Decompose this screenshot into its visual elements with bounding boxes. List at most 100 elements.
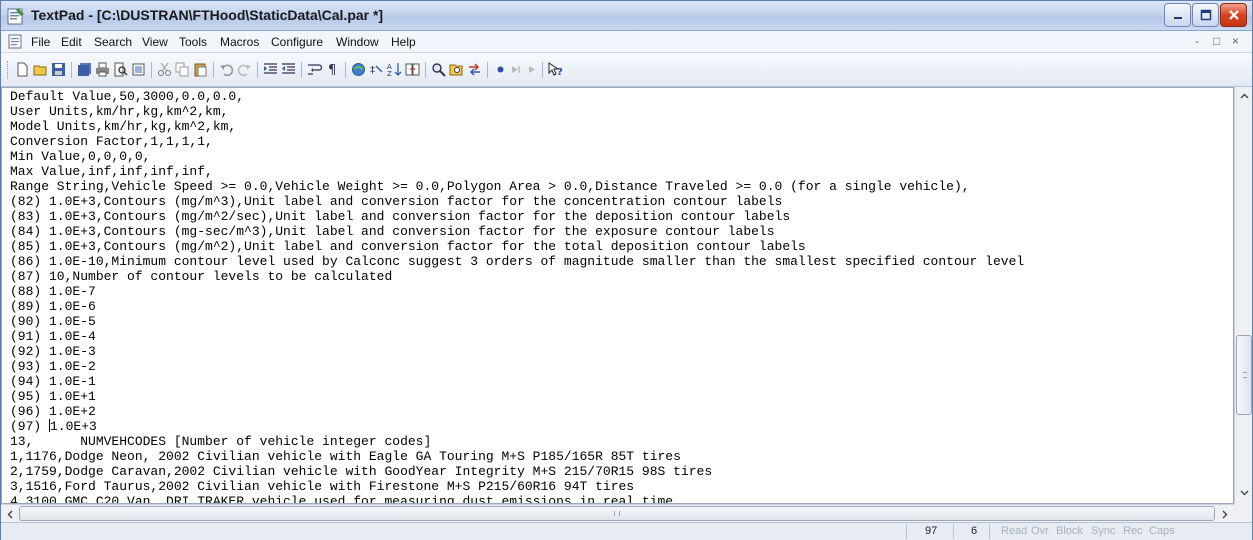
menu-macros[interactable]: Macros: [220, 35, 259, 49]
window-title: TextPad - [C:\DUSTRAN\FTHood\StaticData\…: [31, 7, 384, 23]
toolbar-separator: [301, 62, 302, 78]
menu-file[interactable]: File: [31, 35, 50, 49]
print-icon[interactable]: [95, 62, 110, 77]
editor-line-current[interactable]: (97) 1.0E+3: [10, 419, 97, 434]
redo-icon[interactable]: [237, 62, 252, 77]
print-preview-icon[interactable]: [113, 62, 128, 77]
menu-configure[interactable]: Configure: [271, 35, 323, 49]
menu-help[interactable]: Help: [391, 35, 416, 49]
minimize-button[interactable]: [1164, 3, 1191, 27]
scroll-down-button[interactable]: [1236, 485, 1252, 501]
replace-icon[interactable]: [467, 62, 482, 77]
page-setup-icon[interactable]: [131, 62, 146, 77]
editor-line[interactable]: (89) 1.0E-6: [10, 299, 96, 314]
minimize-icon: [1173, 17, 1182, 19]
editor-line[interactable]: (88) 1.0E-7: [10, 284, 96, 299]
status-separator: [989, 524, 990, 539]
editor-line[interactable]: (93) 1.0E-2: [10, 359, 96, 374]
editor-line[interactable]: 4,3100,GMC C20 Van, DRI TRAKER vehicle u…: [10, 494, 673, 503]
cut-icon[interactable]: [157, 62, 172, 77]
compare-icon[interactable]: [405, 62, 420, 77]
menu-tools[interactable]: Tools: [179, 35, 207, 49]
editor-line[interactable]: (85) 1.0E+3,Contours (mg/m^2),Unit label…: [10, 239, 806, 254]
status-rec-flag: Rec: [1123, 525, 1143, 537]
mdi-close-button[interactable]: ×: [1232, 34, 1239, 48]
editor-line[interactable]: (96) 1.0E+2: [10, 404, 96, 419]
vertical-scrollbar[interactable]: [1234, 87, 1252, 504]
scroll-right-button[interactable]: [1217, 506, 1233, 522]
close-icon: [1228, 10, 1239, 20]
editor-line[interactable]: (94) 1.0E-1: [10, 374, 96, 389]
record-macro-icon[interactable]: [493, 62, 508, 77]
editor-line[interactable]: Model Units,km/hr,kg,km^2,km,: [10, 119, 236, 134]
mdi-restore-button[interactable]: □: [1213, 34, 1220, 48]
editor-line[interactable]: Min Value,0,0,0,0,: [10, 149, 150, 164]
menu-window[interactable]: Window: [336, 35, 379, 49]
hyphenate-icon[interactable]: ‡: [369, 62, 384, 77]
editor-line[interactable]: (86) 1.0E-10,Minimum contour level used …: [10, 254, 1024, 269]
scroll-up-button[interactable]: [1236, 88, 1252, 104]
menu-view[interactable]: View: [142, 35, 168, 49]
text-editor[interactable]: Default Value,50,3000,0.0,0.0, User Unit…: [1, 87, 1234, 504]
horizontal-scrollbar[interactable]: [1, 504, 1234, 522]
spell-check-icon[interactable]: [351, 62, 366, 77]
editor-line[interactable]: (83) 1.0E+3,Contours (mg/m^2/sec),Unit l…: [10, 209, 790, 224]
svg-text:‡: ‡: [370, 65, 375, 76]
mdi-minimize-button[interactable]: -: [1195, 34, 1199, 48]
editor-line[interactable]: Conversion Factor,1,1,1,1,: [10, 134, 213, 149]
editor-line[interactable]: (92) 1.0E-3: [10, 344, 96, 359]
editor-line[interactable]: (87) 10,Number of contour levels to be c…: [10, 269, 392, 284]
title-bar[interactable]: TextPad - [C:\DUSTRAN\FTHood\StaticData\…: [1, 1, 1252, 31]
find-in-files-icon[interactable]: [449, 62, 464, 77]
toolbar-separator: [345, 62, 346, 78]
editor-line[interactable]: (84) 1.0E+3,Contours (mg-sec/m^3),Unit l…: [10, 224, 775, 239]
maximize-icon: [1200, 9, 1211, 21]
menu-search[interactable]: Search: [94, 35, 132, 49]
document-icon[interactable]: [8, 34, 23, 49]
close-button[interactable]: [1220, 3, 1247, 27]
paste-icon[interactable]: [193, 62, 208, 77]
scroll-left-button[interactable]: [2, 506, 18, 522]
scrollbar-corner: [1234, 504, 1252, 522]
toolbar-separator: [151, 62, 152, 78]
editor-line[interactable]: 2,1759,Dodge Caravan,2002 Civilian vehic…: [10, 464, 712, 479]
editor-line[interactable]: Max Value,inf,inf,inf,inf,: [10, 164, 213, 179]
menu-edit[interactable]: Edit: [61, 35, 82, 49]
editor-line[interactable]: 1,1176,Dodge Neon, 2002 Civilian vehicle…: [10, 449, 681, 464]
editor-line[interactable]: (95) 1.0E+1: [10, 389, 96, 404]
help-icon[interactable]: ?: [548, 62, 563, 77]
svg-text:¶: ¶: [328, 63, 336, 77]
horizontal-scroll-thumb[interactable]: [19, 506, 1215, 521]
vertical-scroll-thumb[interactable]: [1236, 335, 1252, 415]
editor-line[interactable]: 3,1516,Ford Taurus,2002 Civilian vehicle…: [10, 479, 634, 494]
new-file-icon[interactable]: [15, 62, 30, 77]
outdent-icon[interactable]: [281, 62, 296, 77]
save-all-icon[interactable]: [77, 62, 92, 77]
copy-icon[interactable]: [175, 62, 190, 77]
toolbar-separator: [542, 62, 543, 78]
find-icon[interactable]: [431, 62, 446, 77]
editor-line[interactable]: (82) 1.0E+3,Contours (mg/m^3),Unit label…: [10, 194, 782, 209]
toolbar-separator: [71, 62, 72, 78]
play-macro-icon[interactable]: [509, 62, 524, 77]
indent-icon[interactable]: [263, 62, 278, 77]
stop-icon[interactable]: [525, 62, 540, 77]
editor-line[interactable]: User Units,km/hr,kg,km^2,km,: [10, 104, 228, 119]
open-file-icon[interactable]: [33, 62, 48, 77]
editor-line[interactable]: (91) 1.0E-4: [10, 329, 96, 344]
editor-line[interactable]: Range String,Vehicle Speed >= 0.0,Vehicl…: [10, 179, 970, 194]
word-wrap-icon[interactable]: [307, 62, 322, 77]
show-marks-icon[interactable]: ¶: [325, 62, 340, 77]
toolbar-grip[interactable]: [7, 61, 10, 79]
status-bar: 97 6 Read Ovr Block Sync Rec Caps: [1, 522, 1252, 540]
save-icon[interactable]: [51, 62, 66, 77]
editor-line[interactable]: (90) 1.0E-5: [10, 314, 96, 329]
undo-icon[interactable]: [219, 62, 234, 77]
textpad-app-icon[interactable]: [7, 7, 25, 25]
editor-line[interactable]: 13, NUMVEHCODES [Number of vehicle integ…: [10, 434, 431, 449]
editor-line[interactable]: Default Value,50,3000,0.0,0.0,: [10, 89, 244, 104]
menu-bar: File Edit Search View Tools Macros Confi…: [1, 31, 1252, 53]
sort-icon[interactable]: AZ: [387, 62, 402, 77]
maximize-button[interactable]: [1192, 3, 1219, 27]
toolbar-separator: [425, 62, 426, 78]
